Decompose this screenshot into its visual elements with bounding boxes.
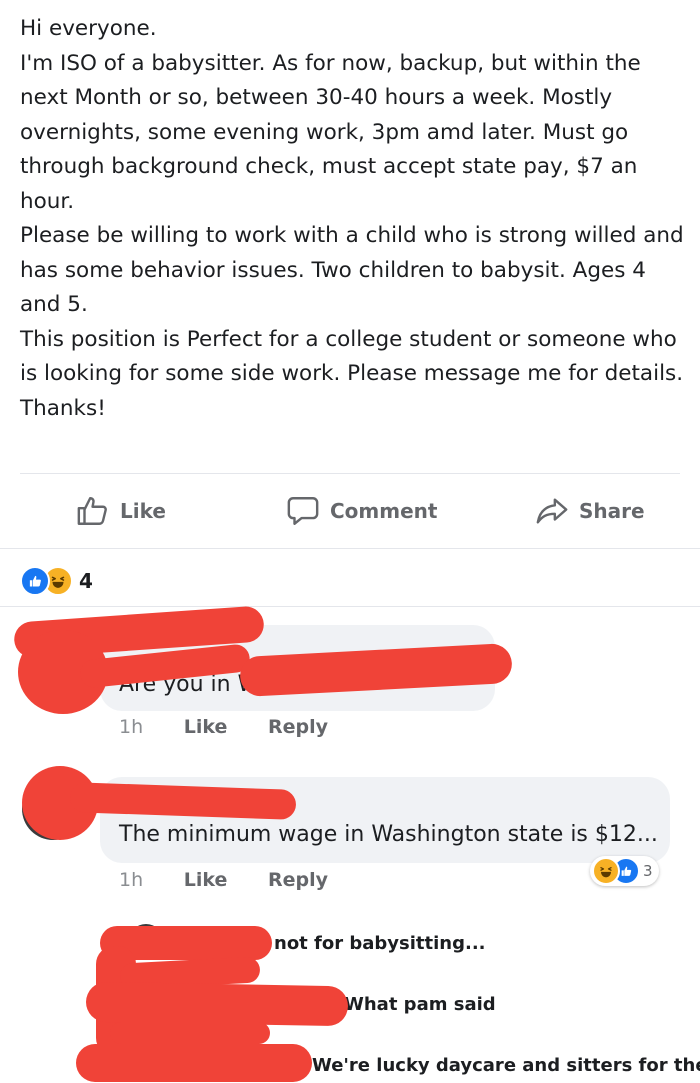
- reply-preview[interactable]: not for babysitting...: [274, 933, 486, 954]
- post-line-thanks: Thanks!: [20, 395, 106, 421]
- redaction-mark: [85, 981, 349, 1027]
- post-action-bar: Like Comment Share: [0, 485, 700, 537]
- like-button-label: Like: [120, 499, 166, 523]
- share-button[interactable]: Share: [535, 485, 645, 537]
- comment-like-link[interactable]: Like: [184, 869, 228, 891]
- share-button-label: Share: [579, 499, 645, 523]
- reaction-count[interactable]: 4: [79, 569, 93, 593]
- post-line-details: I'm ISO of a babysitter. As for now, bac…: [20, 50, 641, 214]
- like-button[interactable]: Like: [76, 485, 166, 537]
- thumbs-up-outline-icon: [77, 497, 107, 525]
- post-text: Hi everyone. I'm ISO of a babysitter. As…: [20, 12, 690, 426]
- comment-meta: 1h Like Reply: [119, 716, 362, 738]
- post-line-audience: This position is Perfect for a college s…: [20, 326, 684, 387]
- haha-reaction-icon: [592, 857, 620, 885]
- redaction-mark: [110, 1022, 270, 1044]
- divider: [0, 548, 700, 549]
- comment-timestamp[interactable]: 1h: [119, 869, 143, 891]
- comment-reaction-count: 3: [643, 862, 653, 880]
- comment-text: The minimum wage in Washington state is …: [119, 822, 658, 847]
- comment-button-label: Comment: [330, 499, 438, 523]
- redaction-mark: [76, 1044, 312, 1082]
- comment-timestamp[interactable]: 1h: [119, 716, 143, 738]
- post-line-requirements: Please be willing to work with a child w…: [20, 223, 684, 317]
- like-reaction-icon: [20, 566, 50, 596]
- reactions-summary[interactable]: 4: [20, 566, 93, 596]
- speech-bubble-icon: [287, 497, 319, 525]
- comment-button[interactable]: Comment: [286, 485, 437, 537]
- comment-reply-link[interactable]: Reply: [268, 869, 328, 891]
- divider: [20, 473, 680, 474]
- comment-reactions[interactable]: 3: [590, 856, 659, 886]
- comment-reply-link[interactable]: Reply: [268, 716, 328, 738]
- post-line-greeting: Hi everyone.: [20, 16, 157, 41]
- reply-preview[interactable]: What pam said: [344, 994, 496, 1015]
- reply-preview[interactable]: We're lucky daycare and sitters for the.…: [312, 1055, 700, 1076]
- comment-like-link[interactable]: Like: [184, 716, 228, 738]
- divider: [0, 606, 700, 607]
- share-arrow-icon: [536, 498, 568, 524]
- comment-meta: 1h Like Reply: [119, 869, 362, 891]
